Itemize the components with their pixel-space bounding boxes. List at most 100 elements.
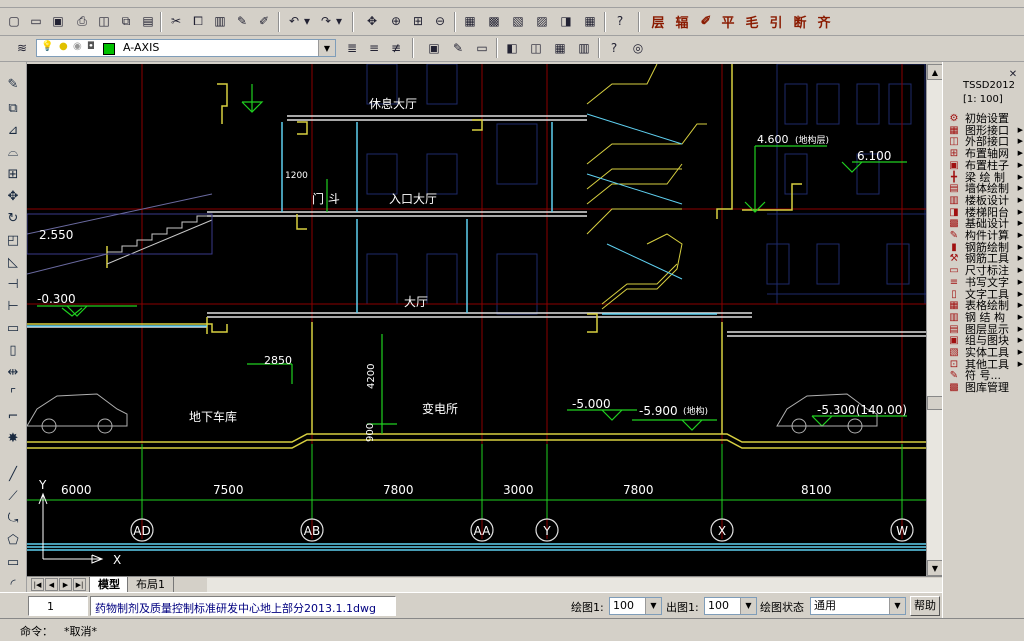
car-left [27, 393, 128, 434]
chamfer-icon[interactable]: ⇹ [3, 362, 23, 382]
chevron-down-icon[interactable]: ▼ [889, 598, 905, 614]
panel-item-23[interactable]: ▩ 图库管理 [947, 381, 1024, 394]
leader-text-icon[interactable]: 引 [766, 11, 786, 31]
rough-text-icon[interactable]: 毛 [742, 11, 762, 31]
design-center-icon[interactable]: ▩ [484, 11, 504, 31]
flat-text-icon[interactable]: 平 [718, 11, 738, 31]
out-scale-dropdown[interactable]: 100 ▼ [704, 597, 757, 615]
extend-icon[interactable]: ⊢ [3, 296, 23, 316]
brush-text-icon[interactable]: ✐ [696, 11, 716, 31]
scroll-up-icon[interactable]: ▲ [927, 64, 943, 80]
tab-model[interactable]: 模型 [89, 577, 129, 593]
block-editor-icon[interactable]: ✐ [254, 11, 274, 31]
fillet-icon[interactable]: ⌜ [3, 384, 23, 404]
plot-icon[interactable]: ▤ [138, 11, 158, 31]
help-button[interactable]: 帮助 [910, 596, 940, 616]
menu-bar [0, 0, 1024, 8]
markup-icon[interactable]: ◨ [556, 11, 576, 31]
chevron-down-icon[interactable]: ▼ [740, 598, 756, 614]
scroll-down-icon[interactable]: ▼ [927, 560, 943, 576]
match-properties-icon[interactable]: ✎ [232, 11, 252, 31]
open-file-icon[interactable]: ▭ [26, 11, 46, 31]
tssd-tool3-icon[interactable]: ▭ [472, 38, 492, 58]
chevron-down-icon[interactable]: ▼ [318, 40, 335, 56]
align-text-icon[interactable]: 齐 [814, 11, 834, 31]
polyline-icon[interactable]: ⤿ [3, 508, 23, 528]
next-tab-icon[interactable]: ▶ [59, 578, 72, 591]
offset-icon[interactable]: ⌓ [3, 142, 23, 162]
properties-icon[interactable]: ▦ [460, 11, 480, 31]
make-current-layer-icon[interactable]: ≣ [342, 38, 362, 58]
layer-dropdown[interactable]: 💡 ● ◉ ◘ A-AXIS ▼ [36, 39, 336, 57]
new-file-icon[interactable]: ▢ [4, 11, 24, 31]
axis-dimension-line [27, 444, 926, 519]
tssd-tool4-icon[interactable]: ◧ [502, 38, 522, 58]
radial-text-icon[interactable]: 辐 [672, 11, 692, 31]
explode-icon[interactable]: ✸ [3, 428, 23, 448]
scroll-thumb[interactable] [927, 396, 943, 410]
tab-layout1[interactable]: 布局1 [127, 577, 174, 593]
tssd-tool6-icon[interactable]: ▦ [550, 38, 570, 58]
zoom-previous-icon[interactable]: ⊖ [430, 11, 450, 31]
construction-line-icon[interactable]: ⟋ [3, 486, 23, 506]
trim-icon[interactable]: ⊣ [3, 274, 23, 294]
erase-icon[interactable]: ✎ [3, 74, 23, 94]
undo-dropdown-icon[interactable]: ▾ [302, 11, 312, 31]
layer-text-icon[interactable]: 层 [648, 11, 668, 31]
tssd-tool2-icon[interactable]: ✎ [448, 38, 468, 58]
tssd-tool5-icon[interactable]: ◫ [526, 38, 546, 58]
arc-icon[interactable]: ◜ [3, 574, 23, 594]
drawing-canvas[interactable]: 休息大厅 门 斗 入口大厅 大厅 地下车库 变电所 2.550 -0.300 4… [27, 64, 926, 576]
prev-tab-icon[interactable]: ◀ [45, 578, 58, 591]
array-icon[interactable]: ⊞ [3, 164, 23, 184]
last-tab-icon[interactable]: ▶| [73, 578, 86, 591]
rotate-icon[interactable]: ↻ [3, 208, 23, 228]
mirror-icon[interactable]: ⊿ [3, 120, 23, 140]
calculator-icon[interactable]: ▦ [580, 11, 600, 31]
stretch-icon[interactable]: ◺ [3, 252, 23, 272]
rectangle-icon[interactable]: ▭ [3, 552, 23, 572]
layer-states-icon[interactable]: ≢ [386, 38, 406, 58]
layer-manager-icon[interactable]: ≋ [12, 38, 32, 58]
draw-modify-toolbar: ✎ ⧉ ⊿ ⌓ ⊞ ✥ ↻ ◰ ◺ ⊣ ⊢ ▭ ▯ ⇹ ⌜ ⌐ ✸ ╱ ⟋ ⤿ … [0, 62, 27, 622]
save-icon[interactable]: ▣ [48, 11, 68, 31]
tssd-tool7-icon[interactable]: ▥ [574, 38, 594, 58]
tssd-tool1-icon[interactable]: ▣ [424, 38, 444, 58]
chevron-down-icon[interactable]: ▼ [645, 598, 661, 614]
move-icon[interactable]: ✥ [3, 186, 23, 206]
break-icon[interactable]: ▭ [3, 318, 23, 338]
draw-scale-dropdown[interactable]: 100 ▼ [609, 597, 662, 615]
tool-palettes-icon[interactable]: ▧ [508, 11, 528, 31]
tssd-web-icon[interactable]: ◎ [628, 38, 648, 58]
help-icon[interactable]: ? [610, 11, 630, 31]
first-tab-icon[interactable]: |◀ [31, 578, 44, 591]
publish-icon[interactable]: ⧉ [116, 11, 136, 31]
draw-state-dropdown[interactable]: 通用 ▼ [810, 597, 906, 615]
polygon-icon[interactable]: ⬠ [3, 530, 23, 550]
command-line[interactable]: 命令： *取消* [0, 618, 1024, 641]
join-icon[interactable]: ▯ [3, 340, 23, 360]
vertical-scrollbar[interactable]: ▲ ▼ [926, 64, 943, 576]
fillet2-icon[interactable]: ⌐ [3, 406, 23, 426]
horizontal-scrollbar[interactable] [207, 578, 942, 592]
tssd-help-icon[interactable]: ? [604, 38, 624, 58]
paste-icon[interactable]: ▥ [210, 11, 230, 31]
redo-dropdown-icon[interactable]: ▾ [334, 11, 344, 31]
copy-icon[interactable]: ⧠ [188, 11, 208, 31]
preview-icon[interactable]: ◫ [94, 11, 114, 31]
elev-5900-note: (地构) [683, 405, 708, 417]
copy-object-icon[interactable]: ⧉ [3, 98, 23, 118]
sheet-set-icon[interactable]: ▨ [532, 11, 552, 31]
zoom-window-icon[interactable]: ⊞ [408, 11, 428, 31]
undo-icon[interactable]: ↶ [284, 11, 304, 31]
pan-icon[interactable]: ✥ [362, 11, 382, 31]
line-icon[interactable]: ╱ [3, 464, 23, 484]
break-text-icon[interactable]: 断 [790, 11, 810, 31]
zoom-realtime-icon[interactable]: ⊕ [386, 11, 406, 31]
scale-icon[interactable]: ◰ [3, 230, 23, 250]
out-scale-label: 出图1: [666, 601, 699, 614]
layer-previous-icon[interactable]: ≡ [364, 38, 384, 58]
redo-icon[interactable]: ↷ [316, 11, 336, 31]
cut-icon[interactable]: ✂ [166, 11, 186, 31]
print-icon[interactable]: ⎙ [72, 11, 92, 31]
